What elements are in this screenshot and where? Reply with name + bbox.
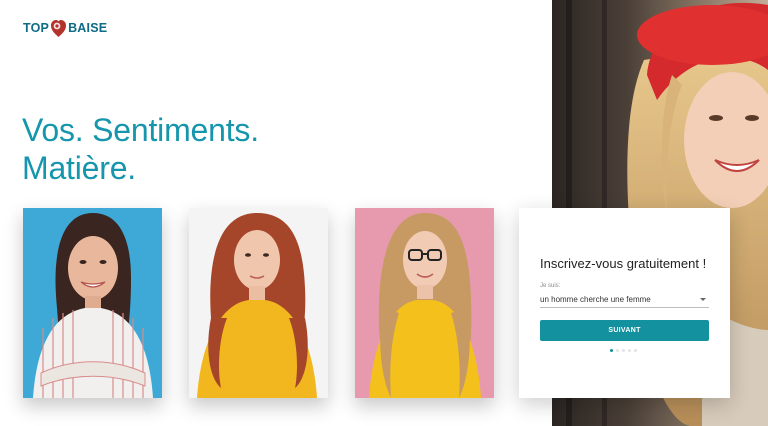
headline-line-2: Matière. (22, 150, 136, 186)
step-dot (628, 349, 631, 352)
gender-field-label: Je suis: (540, 283, 561, 289)
signup-card: Inscrivez-vous gratuitement ! Je suis: u… (519, 208, 730, 398)
page-headline: Vos. Sentiments. Matière. (22, 111, 442, 187)
step-dot (610, 349, 613, 352)
gender-select-value: un homme cherche une femme (540, 295, 651, 304)
step-dot (622, 349, 625, 352)
woman-glasses-illustration (355, 208, 494, 398)
headline-line-1: Vos. Sentiments. (22, 112, 259, 148)
next-button[interactable]: SUIVANT (540, 320, 709, 341)
logo-text-top: TOP (23, 21, 50, 35)
chevron-down-icon (700, 298, 706, 301)
site-logo[interactable]: TOP BAISE (23, 17, 107, 39)
step-indicator (610, 349, 637, 352)
signup-title: Inscrivez-vous gratuitement ! (540, 256, 707, 271)
landing-page: TOP BAISE Vos. Sentiments. Matière. Insc… (0, 0, 768, 426)
step-dot (634, 349, 637, 352)
logo-heart-icon (51, 20, 67, 37)
step-dot (616, 349, 619, 352)
logo-text-baise: BAISE (68, 21, 108, 35)
woman-red-hair-illustration (189, 208, 328, 398)
profile-photo-1[interactable] (23, 208, 162, 398)
profile-photo-3[interactable] (355, 208, 494, 398)
profile-photo-2[interactable] (189, 208, 328, 398)
gender-select[interactable]: un homme cherche une femme (540, 292, 709, 308)
woman-striped-shirt-illustration (23, 208, 162, 398)
